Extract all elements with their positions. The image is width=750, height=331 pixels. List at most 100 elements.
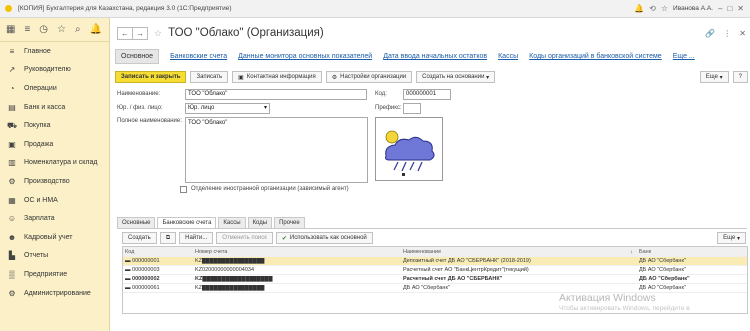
favorite-star-icon[interactable]: ☆ [154, 28, 162, 39]
org-settings-button[interactable]: ⚙ Настройки организации [325, 71, 413, 83]
col-code[interactable]: Код [123, 249, 195, 255]
code-field[interactable]: 000000001 [403, 89, 451, 100]
inner-tab-bank-accounts[interactable]: Банковские счета [157, 217, 217, 228]
sidebar-item-director[interactable]: ↗ Руководителю [0, 61, 109, 80]
operations-icon: ◔ [9, 83, 15, 93]
star-icon[interactable]: ☆ [57, 24, 66, 35]
cart-icon: ⛟ [7, 120, 18, 130]
name-field[interactable]: ТОО "Облако" [185, 89, 367, 100]
prefix-field[interactable] [403, 103, 421, 114]
maximize-icon[interactable]: □ [727, 4, 732, 13]
create-button[interactable]: Создать [122, 232, 157, 244]
sidebar-item-main[interactable]: ≡ Главное [0, 42, 109, 61]
col-name[interactable]: Наименование ↓ [403, 249, 639, 255]
create-based-button[interactable]: Создать на основании ▾ [416, 71, 496, 83]
sidebar-item-salary[interactable]: ☺ Зарплата [0, 209, 109, 228]
minimize-icon[interactable]: – [718, 4, 722, 13]
full-name-label: Полное наименование: [117, 118, 182, 124]
name-label: Наименование: [117, 91, 161, 97]
window-title: [КОПИЯ] Бухгалтерия для Казахстана, реда… [18, 5, 232, 12]
save-button[interactable]: Записать [190, 71, 229, 83]
col-number[interactable]: Номер счета [195, 249, 403, 255]
tab-opening-balances[interactable]: Дата ввода начальных остатков [383, 53, 487, 60]
bell-icon[interactable]: 🔔 [90, 24, 102, 35]
salary-icon: ☺ [7, 214, 17, 224]
inner-tab-codes[interactable]: Коды [247, 217, 273, 228]
arrow-left-icon: ← [121, 28, 129, 38]
code-label: Код: [375, 91, 387, 97]
inner-tab-other[interactable]: Прочее [274, 217, 305, 228]
sort-down-icon: ↓ [630, 248, 633, 255]
close-form-icon[interactable]: ✕ [739, 29, 746, 38]
chevron-down-icon: ▾ [263, 105, 267, 111]
notifications-icon[interactable]: 🔔 [634, 4, 644, 13]
table-more-button[interactable]: Еще ▾ [717, 232, 746, 244]
tab-cash-desks[interactable]: Кассы [498, 53, 518, 60]
row-marker-icon: ▬ [125, 285, 133, 291]
find-button[interactable]: Найти... [179, 232, 214, 244]
inner-tabs: Основные Банковские счета Кассы Коды Про… [117, 217, 747, 229]
organization-logo[interactable] [375, 117, 443, 181]
main-area: ← → ☆ ТОО "Облако" (Организация) 🔗 ⋮ ✕ О… [111, 18, 750, 331]
tab-bank-accounts[interactable]: Банковские счета [170, 53, 227, 60]
inner-tab-main[interactable]: Основные [117, 217, 156, 228]
col-bank[interactable]: Банк [639, 249, 747, 255]
form-header: ← → ☆ ТОО "Облако" (Организация) 🔗 ⋮ ✕ [111, 24, 750, 42]
more-button[interactable]: Еще ▾ [699, 71, 729, 83]
tab-main[interactable]: Основное [115, 49, 160, 64]
table-row[interactable]: ▬ 000000001 KZ████████████████ Депозитны… [123, 257, 747, 266]
full-name-field[interactable]: ТОО "Облако" [185, 117, 368, 183]
help-button[interactable]: ? [732, 71, 748, 83]
sidebar-item-admin[interactable]: ⚙ Администрирование [0, 284, 109, 303]
menu-icon[interactable]: ≡ [24, 24, 30, 35]
user-name[interactable]: Иванова А.А. [673, 5, 713, 12]
warehouse-icon: ▥ [8, 158, 16, 168]
sidebar-item-production[interactable]: ⚙ Производство [0, 172, 109, 191]
foreign-agent-checkbox[interactable] [180, 186, 187, 193]
row-marker-icon: ▬ [125, 276, 133, 282]
form-toolbar: Записать и закрыть Записать ▣ Контактная … [115, 70, 748, 84]
sidebar-item-assets[interactable]: ▦ ОС и НМА [0, 191, 109, 210]
apps-grid-icon[interactable]: ▦ [6, 24, 15, 35]
history-icon[interactable]: ◷ [39, 24, 48, 35]
cancel-search-button[interactable]: Отменить поиск [216, 232, 273, 244]
sidebar-item-purchase[interactable]: ⛟ Покупка [0, 116, 109, 135]
search-icon[interactable]: ⌕ [75, 24, 81, 35]
inner-tab-cash[interactable]: Кассы [218, 217, 246, 228]
entity-type-select[interactable]: Юр. лицо ▾ [185, 103, 270, 114]
help-icon: ? [738, 74, 742, 80]
link-icon[interactable]: 🔗 [705, 29, 715, 38]
sidebar-item-enterprise[interactable]: ▒ Предприятие [0, 265, 109, 284]
sidebar-item-operations[interactable]: ◔ Операции [0, 79, 109, 98]
cloud-logo-icon [385, 130, 435, 176]
sidebar-item-reports[interactable]: ▙ Отчеты [0, 247, 109, 266]
copy-button[interactable]: ⧉ [159, 232, 177, 244]
table-row[interactable]: ▬ 000000002 KZ██████████████████ Расчетн… [123, 275, 747, 284]
window-titlebar: [КОПИЯ] Бухгалтерия для Казахстана, реда… [0, 0, 750, 18]
tab-monitor-data[interactable]: Данные монитора основных показателей [238, 53, 372, 60]
table-row[interactable]: ▬ 000000003 KZ02000000000004034 Расчетны… [123, 266, 747, 275]
contact-info-button[interactable]: ▣ Контактная информация [232, 71, 322, 83]
back-button[interactable]: ← [117, 26, 133, 40]
foreign-agent-label: Отделение иностранной организации (завис… [191, 186, 349, 192]
tab-more[interactable]: Еще ... [673, 53, 695, 60]
chevron-down-icon: ▾ [717, 74, 723, 81]
chart-icon: ↗ [8, 65, 16, 75]
sidebar-item-bank[interactable]: ▤ Банк и касса [0, 98, 109, 117]
sidebar-item-warehouse[interactable]: ▥ Номенклатура и склад [0, 154, 109, 173]
favorites-icon[interactable]: ☆ [661, 4, 668, 13]
save-close-button[interactable]: Записать и закрыть [115, 71, 187, 83]
hr-icon: ☻ [7, 232, 17, 242]
sidebar-toolbar: ▦ ≡ ◷ ☆ ⌕ 🔔 [0, 18, 109, 42]
close-icon[interactable]: ✕ [737, 4, 744, 13]
sidebar-item-hr[interactable]: ☻ Кадровый учет [0, 228, 109, 247]
more-vertical-icon[interactable]: ⋮ [723, 29, 731, 38]
check-icon: ✔ [281, 235, 287, 242]
tab-bank-codes[interactable]: Коды организаций в банковской системе [529, 53, 662, 60]
chevron-down-icon: ▾ [484, 74, 490, 81]
use-as-main-button[interactable]: ✔ Использовать как основной [275, 232, 373, 244]
type-label: Юр. / физ. лицо: [117, 105, 163, 111]
sidebar-item-sales[interactable]: ▣ Продажа [0, 135, 109, 154]
history-icon[interactable]: ⟲ [649, 4, 656, 13]
forward-button[interactable]: → [132, 26, 148, 40]
